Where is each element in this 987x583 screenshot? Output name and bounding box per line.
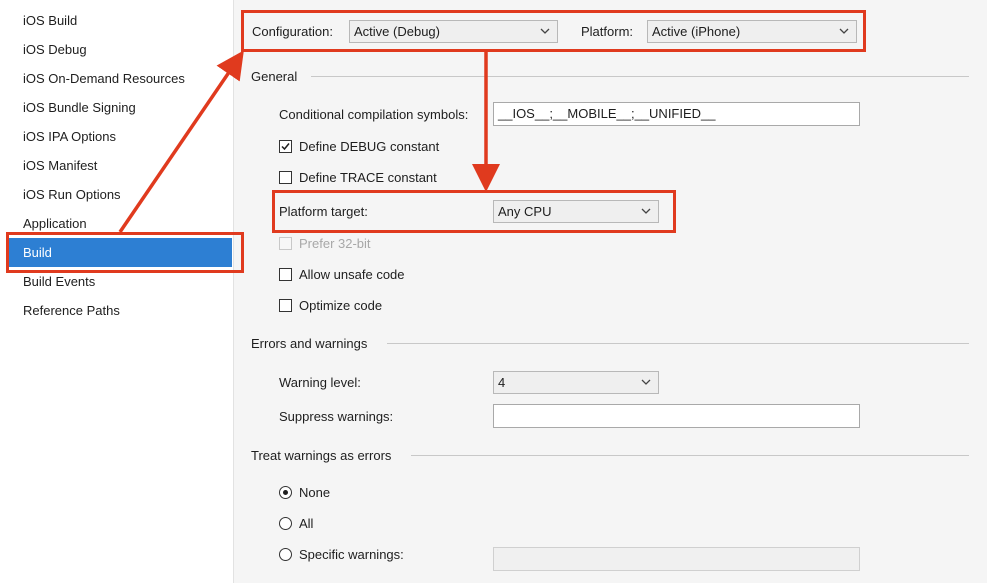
sidebar-item-ios-debug[interactable]: iOS Debug: [8, 35, 232, 64]
sidebar-item-ios-build[interactable]: iOS Build: [8, 6, 232, 35]
annotation-highlight-platform-target: [272, 190, 676, 233]
radio-specific-warnings[interactable]: [279, 548, 292, 561]
specific-warnings-input[interactable]: [493, 547, 860, 571]
radio-none[interactable]: [279, 486, 292, 499]
define-trace-label: Define TRACE constant: [299, 170, 437, 185]
prefer-32-bit-label: Prefer 32-bit: [299, 236, 371, 251]
annotation-highlight-toolbar: [241, 10, 866, 52]
warning-level-dropdown[interactable]: 4: [493, 371, 659, 394]
section-title-treat-warnings-as-errors: Treat warnings as errors: [251, 448, 392, 463]
chevron-down-icon: [641, 379, 651, 385]
define-debug-checkbox[interactable]: [279, 140, 292, 153]
optimize-code-checkbox[interactable]: [279, 299, 292, 312]
radio-all-label: All: [299, 516, 314, 531]
sidebar-item-reference-paths[interactable]: Reference Paths: [8, 296, 232, 325]
sidebar-item-ios-on-demand-resources[interactable]: iOS On-Demand Resources: [8, 64, 232, 93]
sidebar-item-ios-manifest[interactable]: iOS Manifest: [8, 151, 232, 180]
define-debug-label: Define DEBUG constant: [299, 139, 440, 154]
sidebar-item-ios-bundle-signing[interactable]: iOS Bundle Signing: [8, 93, 232, 122]
warning-level-label: Warning level:: [279, 375, 361, 390]
sidebar-item-ios-run-options[interactable]: iOS Run Options: [8, 180, 232, 209]
checkmark-icon: [281, 143, 290, 151]
conditional-symbols-input[interactable]: __IOS__;__MOBILE__;__UNIFIED__: [493, 102, 860, 126]
annotation-highlight-build: [6, 232, 244, 273]
define-trace-checkbox[interactable]: [279, 171, 292, 184]
conditional-symbols-label: Conditional compilation symbols:: [279, 107, 469, 122]
section-divider: [311, 76, 969, 77]
section-divider: [411, 455, 969, 456]
allow-unsafe-code-checkbox[interactable]: [279, 268, 292, 281]
section-divider: [387, 343, 969, 344]
section-title-general: General: [251, 69, 298, 84]
suppress-warnings-input[interactable]: [493, 404, 860, 428]
conditional-symbols-value: __IOS__;__MOBILE__;__UNIFIED__: [498, 106, 716, 121]
sidebar-item-ios-ipa-options[interactable]: iOS IPA Options: [8, 122, 232, 151]
section-title-errors-and-warnings: Errors and warnings: [251, 336, 368, 351]
suppress-warnings-label: Suppress warnings:: [279, 409, 394, 424]
radio-none-label: None: [299, 485, 331, 500]
radio-all[interactable]: [279, 517, 292, 530]
radio-selected-dot: [283, 490, 288, 495]
optimize-code-label: Optimize code: [299, 298, 383, 313]
sidebar: iOS Build iOS Debug iOS On-Demand Resour…: [0, 0, 240, 583]
radio-specific-warnings-label: Specific warnings:: [299, 547, 404, 562]
prefer-32-bit-checkbox[interactable]: [279, 237, 292, 250]
warning-level-value: 4: [498, 375, 506, 390]
allow-unsafe-code-label: Allow unsafe code: [299, 267, 405, 282]
build-settings-panel: Configuration: Active (Debug) Platform: …: [233, 0, 987, 583]
